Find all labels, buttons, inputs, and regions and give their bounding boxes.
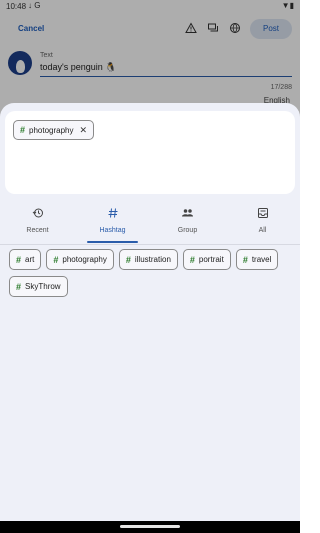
tag-label: photography [62, 255, 107, 264]
hashtag-icon: # [16, 281, 22, 292]
selected-tag-label: photography [29, 125, 74, 135]
tab-label: All [258, 227, 267, 234]
tab-recent[interactable]: Recent [0, 201, 75, 243]
tag-label: art [25, 255, 35, 264]
close-icon[interactable]: ✕ [80, 125, 88, 136]
inbox-icon [225, 207, 300, 225]
divider [0, 244, 300, 245]
tab-all[interactable]: All [225, 201, 300, 243]
tag-chip-skythrow[interactable]: # SkyThrow [9, 276, 68, 297]
group-icon [150, 207, 225, 225]
tag-label: travel [251, 255, 272, 264]
hashtag-icon: # [189, 254, 195, 265]
hashtag-icon: # [125, 254, 131, 265]
tab-group[interactable]: Group [150, 201, 225, 243]
tag-label: SkyThrow [25, 282, 61, 291]
tag-chip-portrait[interactable]: # portrait [182, 249, 231, 270]
tag-chip-travel[interactable]: # travel [235, 249, 279, 270]
tag-chip-illustration[interactable]: # illustration [118, 249, 178, 270]
tag-source-tabs: Recent Hashtag Group All [0, 201, 300, 243]
hashtag-list: # art # photography # illustration # portrai… [9, 249, 293, 297]
hashtag-icon: # [53, 254, 59, 265]
tab-label: Hashtag [99, 227, 126, 234]
tag-label: illustration [134, 255, 171, 264]
history-icon [0, 207, 75, 225]
tag-picker-sheet: # photography ✕ Recent Hashtag Group All… [0, 103, 300, 521]
tag-chip-photography[interactable]: # photography [46, 249, 114, 270]
tab-label: Group [177, 227, 198, 234]
hashtag-icon: # [16, 254, 22, 265]
hashtag-icon [75, 207, 150, 225]
selected-tag-chip[interactable]: # photography ✕ [13, 120, 95, 140]
selected-tags-area: # photography ✕ [5, 111, 295, 194]
tag-chip-art[interactable]: # art [9, 249, 42, 270]
hashtag-icon: # [242, 254, 248, 265]
home-gesture-handle[interactable] [120, 525, 180, 528]
tab-hashtag[interactable]: Hashtag [75, 201, 150, 243]
tab-label: Recent [26, 227, 49, 234]
tag-label: portrait [198, 255, 224, 264]
system-navigation-bar [0, 521, 300, 533]
active-tab-indicator [87, 241, 138, 243]
hashtag-icon: # [20, 125, 26, 135]
